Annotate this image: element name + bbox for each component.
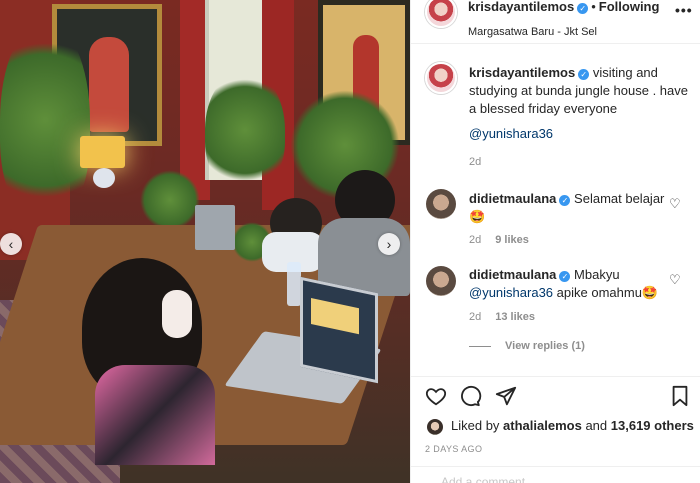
- username-link[interactable]: krisdayantilemos: [468, 0, 574, 14]
- following-button[interactable]: Following: [599, 0, 660, 14]
- mention-link[interactable]: @yunishara36: [469, 285, 553, 300]
- post-timestamp[interactable]: 2 DAYS AGO: [425, 444, 482, 454]
- comment-text: Mbakyu: [574, 267, 620, 282]
- view-replies-button[interactable]: View replies (1): [469, 340, 585, 352]
- likes-summary: Liked by athalialemos and 13,619 others: [451, 418, 694, 433]
- comment-time[interactable]: 2d: [469, 311, 481, 323]
- action-bar: [411, 376, 700, 414]
- comment-text: apike omahmu🤩: [556, 285, 659, 300]
- comment-like-icon[interactable]: ♡: [669, 272, 681, 288]
- heart-icon[interactable]: [425, 385, 447, 411]
- table-lamp: [80, 136, 125, 168]
- username-link[interactable]: didietmaulana: [469, 267, 556, 282]
- avatar[interactable]: [425, 62, 457, 94]
- bookmark-icon[interactable]: [670, 385, 690, 411]
- username-link[interactable]: krisdayantilemos: [469, 65, 575, 80]
- avatar[interactable]: [426, 189, 456, 219]
- next-photo-button[interactable]: ›: [378, 233, 400, 255]
- paper-plane-icon[interactable]: [495, 385, 517, 411]
- verified-badge-icon: ✓: [578, 69, 590, 80]
- comment-like-icon[interactable]: ♡: [669, 196, 681, 212]
- comment-likes[interactable]: 13 likes: [495, 311, 535, 323]
- likes-count-link[interactable]: 13,619 others: [611, 418, 694, 433]
- laptop-screen: [300, 276, 378, 384]
- previous-photo-button[interactable]: ‹: [0, 233, 22, 255]
- avatar[interactable]: [427, 419, 443, 435]
- comment-time[interactable]: 2d: [469, 234, 481, 246]
- avatar[interactable]: [426, 266, 456, 296]
- comment-likes[interactable]: 9 likes: [495, 234, 529, 246]
- liked-by-user-link[interactable]: athalialemos: [503, 418, 582, 433]
- comment: didietmaulana ✓ Mbakyu @yunishara36 apike…: [469, 266, 669, 302]
- post-photo[interactable]: ‹ ›: [0, 0, 410, 483]
- location-link[interactable]: Margasatwa Baru - Jkt Sel: [468, 26, 597, 38]
- add-comment-field[interactable]: Add a comment...: [411, 466, 700, 483]
- verified-badge-icon: ✓: [577, 3, 589, 14]
- caption: krisdayantilemos ✓ visiting and studying …: [469, 64, 691, 118]
- avatar[interactable]: [425, 0, 457, 28]
- post-side-panel: krisdayantilemos ✓ • Following Margasatwa B…: [410, 0, 700, 483]
- post-header: krisdayantilemos ✓ • Following Margasatwa B…: [411, 0, 700, 44]
- comment: didietmaulana ✓ Selamat belajar 🤩: [469, 190, 669, 226]
- caption-time[interactable]: 2d: [469, 156, 481, 168]
- username-link[interactable]: didietmaulana: [469, 191, 556, 206]
- more-options-icon[interactable]: •••: [675, 2, 693, 18]
- comment-icon[interactable]: [460, 385, 482, 411]
- verified-badge-icon: ✓: [559, 271, 571, 282]
- verified-badge-icon: ✓: [559, 195, 571, 206]
- mention-link[interactable]: @yunishara36: [469, 125, 553, 143]
- headphones: [162, 290, 192, 338]
